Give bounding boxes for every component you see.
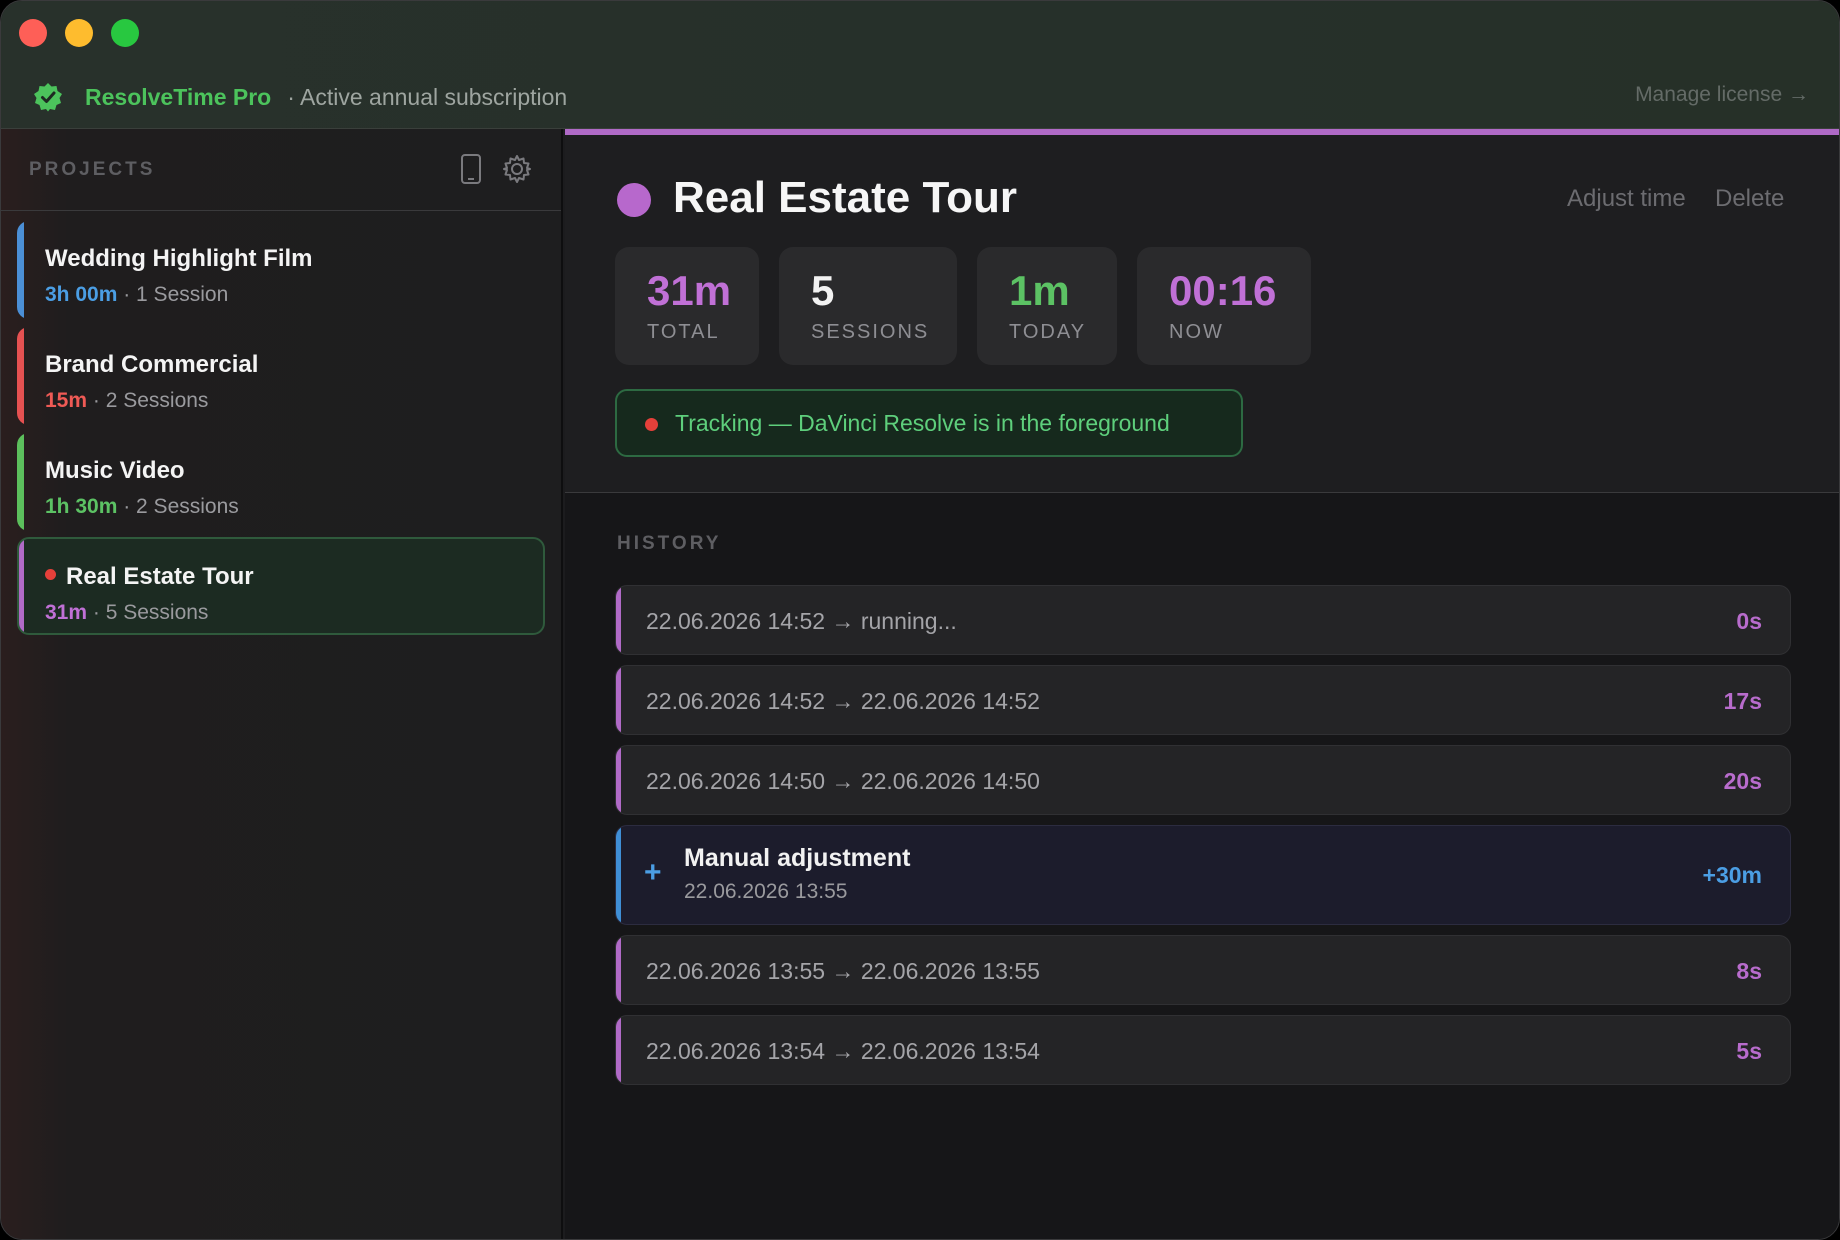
adjustment-title: Manual adjustment [684, 844, 911, 872]
session-color-bar [616, 746, 621, 814]
main-panel: Real Estate Tour Adjust time Delete 31m … [565, 129, 1839, 1239]
stat-label: NOW [1169, 321, 1224, 343]
project-color-bar [17, 221, 24, 319]
project-name-row: Real Estate Tour [45, 563, 254, 591]
adjustment-amount: +30m [1702, 862, 1762, 888]
history-row[interactable]: 22.06.2026 14:50 → 22.06.2026 14:50 20s [615, 745, 1791, 815]
history-title: HISTORY [617, 533, 722, 554]
session-range: 22.06.2026 14:50 → 22.06.2026 14:50 [646, 768, 1040, 794]
project-color-bar [19, 539, 24, 633]
project-meta: 15m · 2 Sessions [45, 389, 208, 413]
project-session-count: · 2 Sessions [123, 495, 239, 518]
sidebar: PROJECTS Wedding Highlight Film 3h 00m ·… [1, 129, 563, 1239]
stat-value: 1m [1009, 267, 1070, 314]
session-duration: 0s [1736, 608, 1762, 634]
delete-button[interactable]: Delete [1715, 185, 1784, 213]
project-total-time: 31m [45, 601, 88, 624]
project-name: Music Video [45, 457, 185, 484]
stat-value: 31m [647, 267, 732, 314]
session-duration: 8s [1736, 958, 1762, 984]
adjustment-date: 22.06.2026 13:55 [684, 880, 848, 903]
project-session-count: · 1 Session [123, 283, 229, 306]
project-color-bar [17, 327, 24, 425]
stat-label: TODAY [1009, 321, 1087, 343]
phone-icon[interactable] [459, 153, 483, 185]
stat-sessions: 5 SESSIONS [779, 247, 957, 365]
manual-adjustment-row[interactable]: + Manual adjustment 22.06.2026 13:55 +30… [615, 825, 1791, 925]
project-meta: 31m · 5 Sessions [45, 601, 208, 625]
sidebar-project-brand-commercial[interactable]: Brand Commercial 15m · 2 Sessions [17, 327, 545, 425]
project-name: Real Estate Tour [66, 563, 254, 590]
tracking-status-banner: Tracking — DaVinci Resolve is in the for… [615, 389, 1243, 457]
subscription-status: · Active annual subscription [287, 83, 568, 110]
project-meta: 3h 00m · 1 Session [45, 283, 228, 307]
history-row[interactable]: 22.06.2026 14:52 → 22.06.2026 14:52 17s [615, 665, 1791, 735]
session-range: 22.06.2026 14:52 → running... [646, 608, 957, 634]
license-status: ResolveTime Pro · Active annual subscrip… [33, 79, 567, 115]
stat-total: 31m TOTAL [615, 247, 759, 365]
plus-icon: + [644, 856, 662, 889]
project-total-time: 3h 00m [45, 283, 118, 306]
stat-value: 00:16 [1169, 267, 1277, 314]
sidebar-project-real-estate-tour[interactable]: Real Estate Tour 31m · 5 Sessions [17, 537, 545, 635]
stat-label: TOTAL [647, 321, 720, 343]
stat-value: 5 [811, 267, 835, 314]
session-duration: 5s [1736, 1038, 1762, 1064]
project-title: Real Estate Tour [673, 173, 1017, 222]
titlebar: ResolveTime Pro · Active annual subscrip… [1, 1, 1839, 129]
project-name: Brand Commercial [45, 351, 259, 378]
tracking-status-text: Tracking — DaVinci Resolve is in the for… [675, 410, 1170, 436]
sidebar-project-wedding-highlight-film[interactable]: Wedding Highlight Film 3h 00m · 1 Sessio… [17, 221, 545, 319]
app-window: ResolveTime Pro · Active annual subscrip… [0, 0, 1840, 1240]
session-range: 22.06.2026 13:55 → 22.06.2026 13:55 [646, 958, 1040, 984]
project-name: Wedding Highlight Film [45, 245, 313, 272]
sidebar-title: PROJECTS [29, 159, 156, 180]
close-window-button[interactable] [19, 19, 47, 47]
project-session-count: · 5 Sessions [92, 601, 209, 624]
session-range: 22.06.2026 14:52 → 22.06.2026 14:52 [646, 688, 1040, 714]
adjustment-color-bar [616, 826, 621, 924]
manage-license-link[interactable]: Manage license → [1635, 83, 1809, 107]
app-name: ResolveTime Pro [85, 83, 272, 110]
adjust-time-button[interactable]: Adjust time [1567, 185, 1686, 213]
sidebar-header: PROJECTS [1, 129, 561, 211]
zoom-window-button[interactable] [111, 19, 139, 47]
session-color-bar [616, 936, 621, 1004]
stat-now: 00:16 NOW [1137, 247, 1311, 365]
history-row[interactable]: 22.06.2026 14:52 → running... 0s [615, 585, 1791, 655]
history-row[interactable]: 22.06.2026 13:54 → 22.06.2026 13:54 5s [615, 1015, 1791, 1085]
project-color-bar [17, 433, 24, 531]
sidebar-project-music-video[interactable]: Music Video 1h 30m · 2 Sessions [17, 433, 545, 531]
project-total-time: 15m [45, 389, 88, 412]
project-total-time: 1h 30m [45, 495, 118, 518]
recording-dot-icon [645, 418, 658, 431]
session-duration: 20s [1723, 768, 1762, 794]
minimize-window-button[interactable] [65, 19, 93, 47]
session-color-bar [616, 586, 621, 654]
session-range: 22.06.2026 13:54 → 22.06.2026 13:54 [646, 1038, 1040, 1064]
gear-icon[interactable] [501, 153, 533, 185]
recording-dot-icon [45, 569, 56, 581]
stat-today: 1m TODAY [977, 247, 1117, 365]
project-session-count: · 2 Sessions [92, 389, 209, 412]
session-duration: 17s [1723, 688, 1762, 714]
session-color-bar [616, 1016, 621, 1084]
stat-label: SESSIONS [811, 321, 930, 343]
project-meta: 1h 30m · 2 Sessions [45, 495, 239, 519]
history-row[interactable]: 22.06.2026 13:55 → 22.06.2026 13:55 8s [615, 935, 1791, 1005]
project-color-dot [617, 183, 651, 217]
verified-badge-icon [34, 83, 62, 112]
project-header: Real Estate Tour Adjust time Delete 31m … [565, 135, 1839, 493]
history-section: HISTORY 22.06.2026 14:52 → running... 0s… [565, 493, 1839, 1239]
session-color-bar [616, 666, 621, 734]
